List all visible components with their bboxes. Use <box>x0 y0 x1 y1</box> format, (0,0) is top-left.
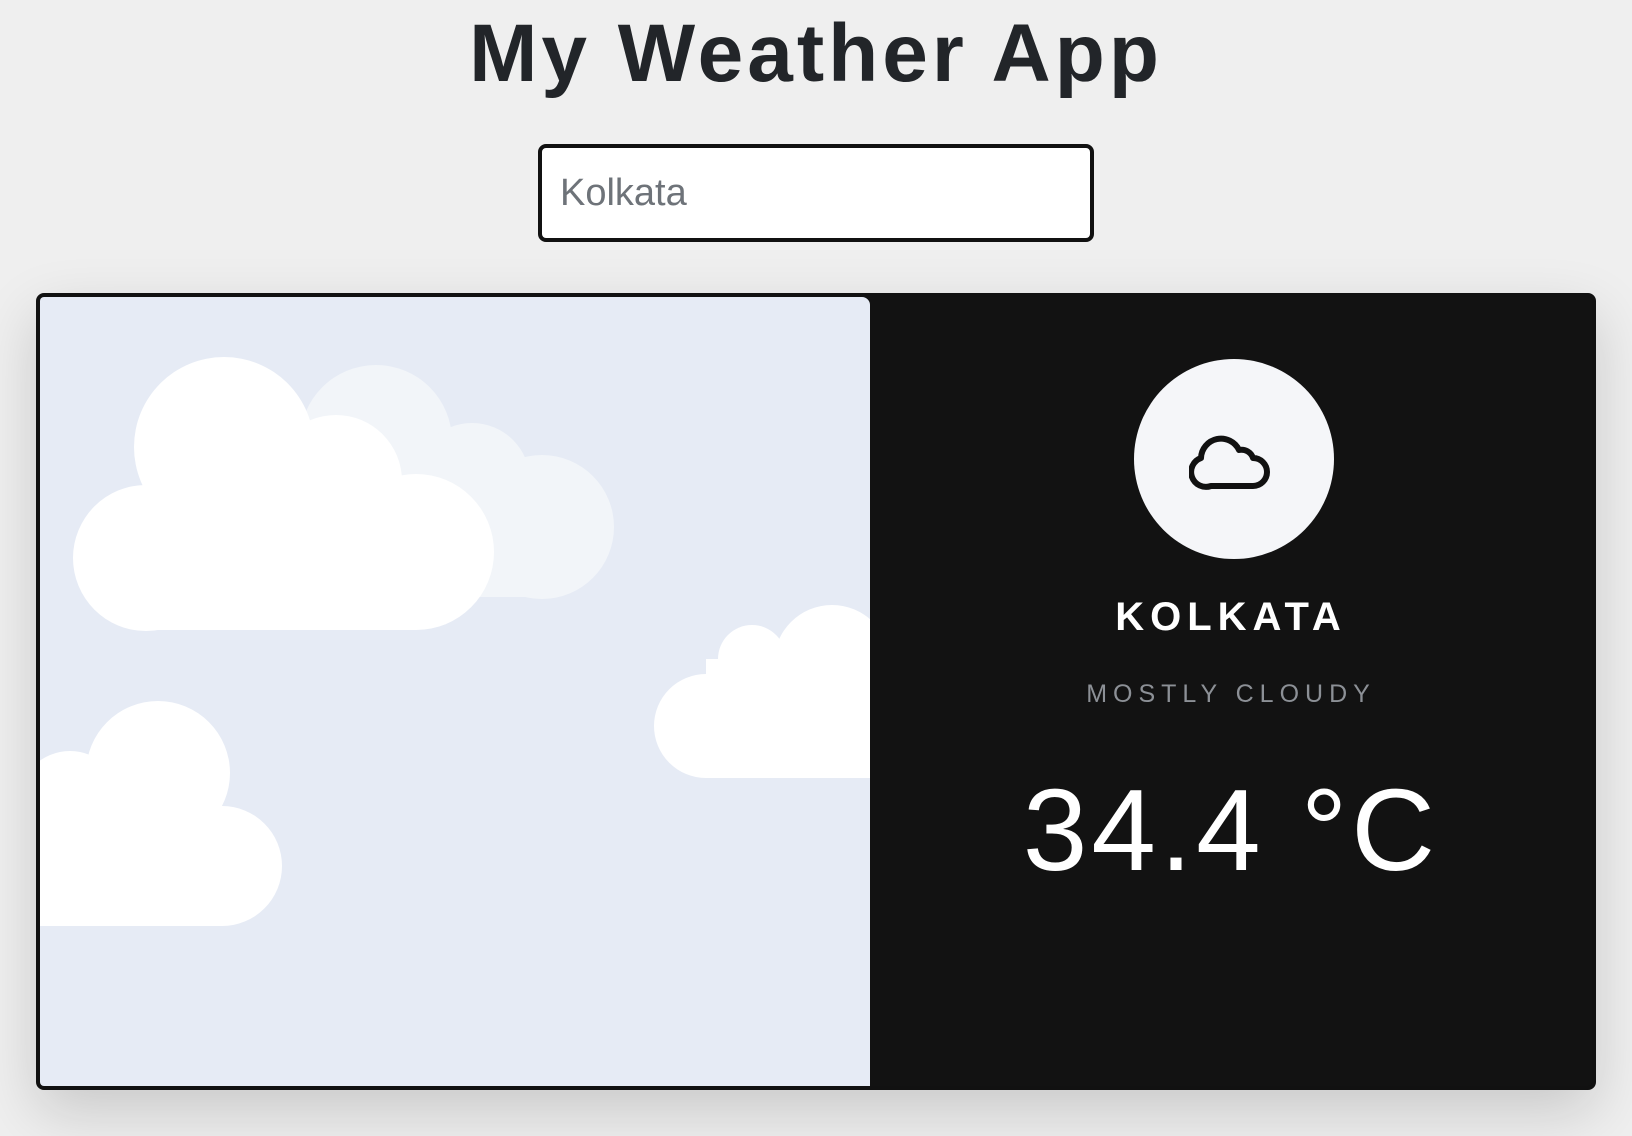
cloud-icon <box>1189 435 1270 490</box>
weather-card: KOLKATA MOSTLY CLOUDY 34.4 °C <box>36 293 1596 1090</box>
sky-illustration <box>40 297 870 1086</box>
clouds-illustration <box>40 357 870 926</box>
search-box <box>538 144 1094 242</box>
weather-info-panel: KOLKATA MOSTLY CLOUDY 34.4 °C <box>870 297 1592 1086</box>
weather-condition: MOSTLY CLOUDY <box>1086 680 1376 708</box>
city-name: KOLKATA <box>1115 595 1347 639</box>
city-search-input[interactable] <box>538 144 1094 242</box>
app-title: My Weather App <box>469 8 1163 99</box>
weather-icon-circle <box>1134 359 1334 559</box>
cloud-small-icon <box>40 701 282 926</box>
cloud-edge-icon <box>654 605 870 778</box>
temperature: 34.4 °C <box>1022 765 1440 895</box>
